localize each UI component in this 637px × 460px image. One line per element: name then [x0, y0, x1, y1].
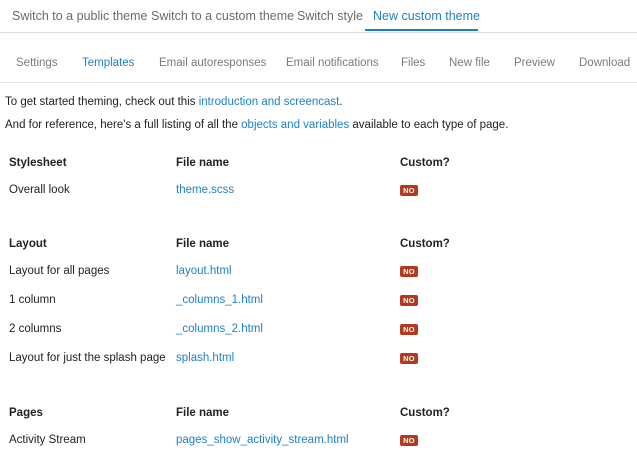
row-name: 2 columns [9, 323, 62, 335]
custom-status-badge: NO [400, 324, 418, 335]
custom-status-badge: NO [400, 185, 418, 196]
tab-templates[interactable]: Templates [82, 57, 134, 69]
intro-line-2: And for reference, here's a full listing… [5, 119, 508, 131]
intro-line-1-suffix: . [339, 96, 343, 108]
file-link-theme-scss[interactable]: theme.scss [176, 184, 234, 196]
row-name: Layout for all pages [9, 265, 110, 277]
custom-header: Custom? [400, 238, 450, 250]
tab-new-custom-theme[interactable]: New custom theme [373, 9, 480, 23]
file-link-activity-stream[interactable]: pages_show_activity_stream.html [176, 434, 349, 446]
active-tab-indicator [365, 29, 478, 31]
file-link-splash-html[interactable]: splash.html [176, 352, 234, 364]
row-name: 1 column [9, 294, 56, 306]
objects-variables-link[interactable]: objects and variables [241, 119, 349, 131]
file-name-header: File name [176, 238, 230, 250]
tab-email-autoresponses[interactable]: Email autoresponses [159, 57, 266, 69]
tab-download[interactable]: Download [579, 57, 630, 69]
row-name: Activity Stream [9, 434, 86, 446]
file-name-header: File name [176, 157, 230, 169]
intro-line-1-prefix: To get started theming, check out this [5, 96, 199, 108]
top-tab-bar: Switch to a public theme Switch to a cus… [0, 0, 637, 33]
section-title-layout: Layout [9, 238, 47, 250]
tab-switch-public-theme[interactable]: Switch to a public theme [12, 9, 148, 23]
tab-settings[interactable]: Settings [16, 57, 58, 69]
tab-switch-custom-theme[interactable]: Switch to a custom theme [151, 9, 294, 23]
section-title-pages: Pages [9, 407, 43, 419]
row-name: Overall look [9, 184, 70, 196]
section-title-stylesheet: Stylesheet [9, 157, 67, 169]
custom-status-badge: NO [400, 266, 418, 277]
custom-status-badge: NO [400, 295, 418, 306]
intro-line-1: To get started theming, check out this i… [5, 96, 343, 108]
sub-tab-bar: Settings Templates Email autoresponses E… [0, 44, 637, 83]
file-link-layout-html[interactable]: layout.html [176, 265, 232, 277]
custom-status-badge: NO [400, 435, 418, 446]
tab-files[interactable]: Files [401, 57, 425, 69]
file-name-header: File name [176, 407, 230, 419]
custom-header: Custom? [400, 407, 450, 419]
intro-line-2-suffix: available to each type of page. [349, 119, 509, 131]
tab-email-notifications[interactable]: Email notifications [286, 57, 379, 69]
intro-line-2-prefix: And for reference, here's a full listing… [5, 119, 242, 131]
tab-switch-style[interactable]: Switch style [297, 9, 363, 23]
tab-preview[interactable]: Preview [514, 57, 555, 69]
tab-new-file[interactable]: New file [449, 57, 490, 69]
introduction-screencast-link[interactable]: introduction and screencast [199, 96, 340, 108]
row-name: Layout for just the splash page [9, 352, 166, 364]
file-link-columns-2[interactable]: _columns_2.html [176, 323, 263, 335]
custom-header: Custom? [400, 157, 450, 169]
custom-status-badge: NO [400, 353, 418, 364]
file-link-columns-1[interactable]: _columns_1.html [176, 294, 263, 306]
